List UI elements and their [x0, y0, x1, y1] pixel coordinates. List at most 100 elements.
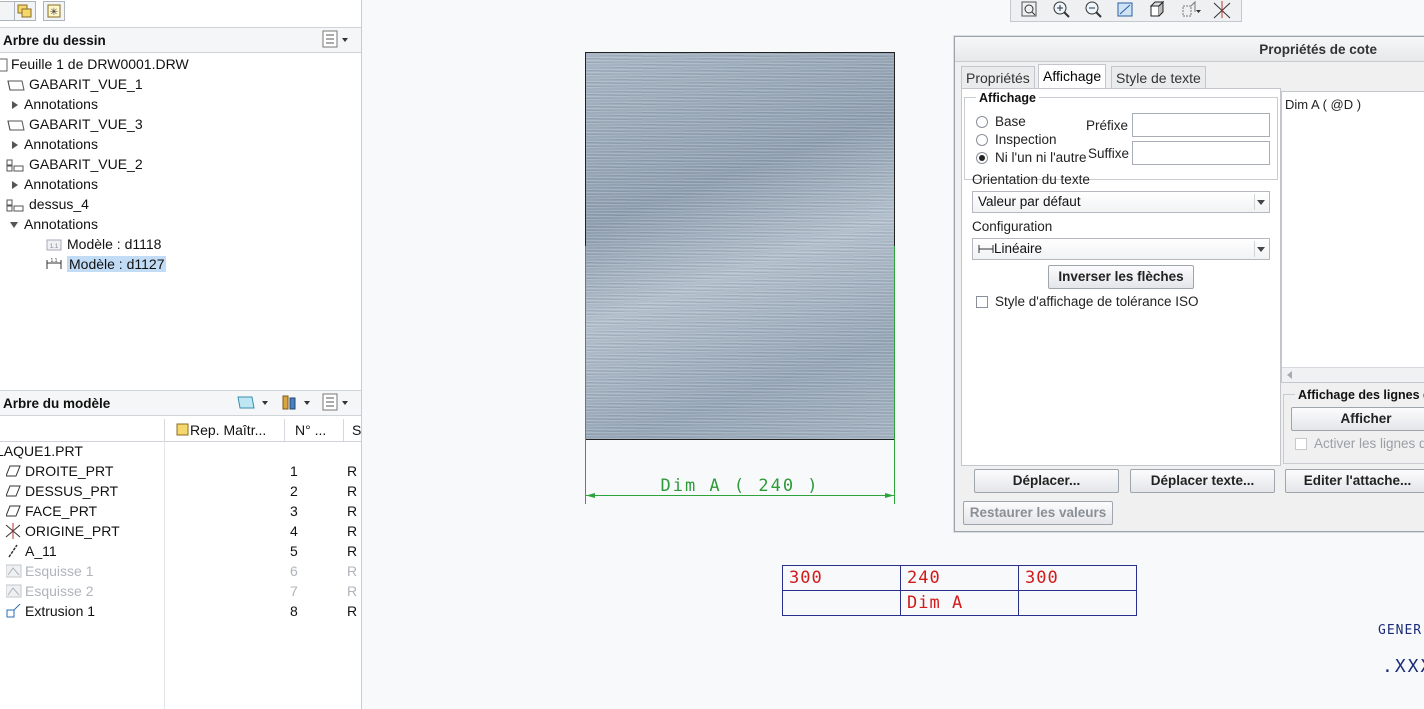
- tree-item-label: Modèle : d1118: [67, 236, 162, 252]
- table-cell[interactable]: Dim A: [900, 590, 1019, 616]
- restore-values-button[interactable]: Restaurer les valeurs: [963, 501, 1113, 525]
- tree-settings-icon[interactable]: [322, 393, 352, 413]
- model-row-dessus[interactable]: DESSUS_PRT 2 R: [0, 481, 361, 501]
- scroll-left-icon[interactable]: [1284, 369, 1296, 381]
- table-cell[interactable]: 300: [1018, 565, 1137, 591]
- expand-icon[interactable]: [12, 141, 18, 150]
- table-cell[interactable]: 240: [900, 565, 1019, 591]
- tree-item-d1118[interactable]: 1.1 Modèle : d1118: [46, 234, 161, 254]
- star-icon: ✳: [47, 4, 61, 18]
- display-icon[interactable]: [236, 393, 270, 413]
- dropdown-arrow-icon: [1257, 200, 1265, 205]
- dimension-properties-dialog: Propriétés de cote Propriétés Affichage …: [954, 36, 1424, 532]
- view-icon: [7, 120, 25, 131]
- model-tree-columns: Rep. Maîtr... N° ... S: [0, 419, 361, 442]
- zoom-out-button[interactable]: [1081, 0, 1107, 20]
- dimension-text-area[interactable]: Dim A ( @D ): [1281, 91, 1424, 383]
- model-root-label: LAQUE1.PRT: [0, 443, 83, 459]
- column-s[interactable]: S: [352, 422, 361, 438]
- new-item-button[interactable]: ✳: [43, 1, 65, 21]
- dimension-label[interactable]: Dim A ( 240 ): [585, 476, 895, 496]
- tree-item-annotations-1[interactable]: Annotations: [12, 94, 98, 114]
- tab-proprietes[interactable]: Propriétés: [961, 66, 1035, 88]
- tree-item-view-2[interactable]: GABARIT_VUE_2: [6, 154, 143, 174]
- tree-item-dessus-4[interactable]: dessus_4: [6, 194, 89, 214]
- model-tree-root[interactable]: LAQUE1.PRT: [0, 441, 361, 461]
- expand-icon[interactable]: [12, 101, 18, 110]
- activate-lines-checkbox[interactable]: [1295, 438, 1307, 450]
- show-button[interactable]: Afficher: [1291, 407, 1424, 431]
- dialog-titlebar[interactable]: Propriétés de cote: [955, 37, 1424, 62]
- axis-icon: [8, 544, 18, 558]
- config-value: Linéaire: [994, 241, 1043, 256]
- view-icon: [7, 80, 25, 91]
- dropdown-arrow-icon: [1257, 247, 1265, 252]
- radio-base[interactable]: [976, 116, 988, 128]
- tree-item-annotations-2[interactable]: Annotations: [12, 134, 98, 154]
- table-cell[interactable]: [782, 590, 901, 616]
- radio-base-label: Base: [995, 114, 1026, 129]
- repaint-button[interactable]: [1113, 0, 1139, 20]
- suffix-input[interactable]: [1132, 141, 1270, 165]
- tree-item-view-1[interactable]: GABARIT_VUE_1: [6, 74, 143, 94]
- model-row-origine[interactable]: ORIGINE_PRT 4 R: [0, 521, 361, 541]
- column-rep[interactable]: Rep. Maîtr...: [190, 422, 266, 438]
- general-tolerance-note[interactable]: GENER: [1378, 623, 1422, 638]
- tree-item-annotations-3[interactable]: Annotations: [12, 174, 98, 194]
- affichage-tab-panel: Affichage Base Inspection Ni l'un ni l'a…: [961, 88, 1281, 466]
- model-row-extrusion-1[interactable]: Extrusion 1 8 R: [0, 601, 361, 621]
- prefix-input[interactable]: [1132, 113, 1270, 137]
- display-style-button[interactable]: [1177, 0, 1203, 20]
- drawing-table[interactable]: 300 240 300 Dim A: [782, 565, 1137, 616]
- table-cell[interactable]: [1018, 590, 1137, 616]
- config-select[interactable]: Linéaire: [972, 238, 1270, 260]
- tab-style-texte[interactable]: Style de texte: [1111, 66, 1206, 88]
- wireframe-icon: [1182, 0, 1201, 17]
- tree-item-view-3[interactable]: GABARIT_VUE_3: [6, 114, 143, 134]
- orientation-label: Orientation du texte: [972, 172, 1090, 187]
- zoom-in-button[interactable]: [1049, 0, 1075, 20]
- tree-item-d1127[interactable]: 1.1 Modèle : d1127: [46, 254, 167, 274]
- activate-lines-label: Activer les lignes d: [1314, 436, 1424, 451]
- datum-plane-icon: [6, 485, 21, 497]
- table-cell[interactable]: 300: [782, 565, 901, 591]
- model-row-esquisse-1[interactable]: Esquisse 1 6 R: [0, 561, 361, 581]
- model-row-a11[interactable]: A_11 5 R: [0, 541, 361, 561]
- column-num[interactable]: N° ...: [295, 422, 326, 438]
- tools-icon[interactable]: [280, 393, 314, 413]
- tree-item-annotations-4[interactable]: Annotations: [10, 214, 98, 234]
- model-row-esquisse-2[interactable]: Esquisse 2 7 R: [0, 581, 361, 601]
- orientation-select[interactable]: Valeur par défaut: [972, 191, 1270, 213]
- zoom-fit-button[interactable]: [1017, 0, 1043, 20]
- move-button[interactable]: Déplacer...: [974, 469, 1119, 493]
- part-view-metal[interactable]: [585, 52, 895, 440]
- datum-plane-icon: [6, 505, 21, 517]
- zoom-in-icon: [1053, 1, 1070, 18]
- tab-affichage[interactable]: Affichage: [1038, 64, 1107, 89]
- projection-view-icon: [6, 199, 24, 212]
- collapse-icon[interactable]: [10, 222, 18, 229]
- tree-item-label: dessus_4: [29, 196, 89, 212]
- datum-display-button[interactable]: [1209, 0, 1235, 20]
- move-text-button[interactable]: Déplacer texte...: [1130, 469, 1275, 493]
- tree-item-sheet[interactable]: Feuille 1 de DRW0001.DRW: [0, 54, 189, 74]
- copy-layers-button[interactable]: [14, 1, 36, 21]
- tree-item-label: Feuille 1 de DRW0001.DRW: [11, 56, 189, 72]
- tree-settings-icon[interactable]: [322, 30, 352, 50]
- horizontal-scrollbar[interactable]: [1282, 367, 1424, 382]
- expand-icon[interactable]: [12, 181, 18, 190]
- radio-inspection[interactable]: [976, 134, 988, 146]
- radio-inspection-label: Inspection: [995, 132, 1057, 147]
- radio-ni-lun-ni-lautre[interactable]: [976, 152, 988, 164]
- projection-view-icon: [6, 159, 24, 172]
- invert-arrows-button[interactable]: Inverser les flèches: [1048, 265, 1194, 289]
- tolerance-note[interactable]: .XXX: [1382, 656, 1424, 677]
- model-row-droite[interactable]: DROITE_PRT 1 R: [0, 461, 361, 481]
- iso-tolerance-checkbox[interactable]: [976, 296, 988, 308]
- model-row-face[interactable]: FACE_PRT 3 R: [0, 501, 361, 521]
- shading-button[interactable]: [1145, 0, 1171, 20]
- zoom-fit-icon: [1021, 1, 1037, 17]
- extension-line-left: [585, 246, 586, 504]
- edit-attachment-button[interactable]: Editer l'attache...: [1285, 469, 1424, 493]
- suffix-label: Suffixe: [1088, 146, 1130, 161]
